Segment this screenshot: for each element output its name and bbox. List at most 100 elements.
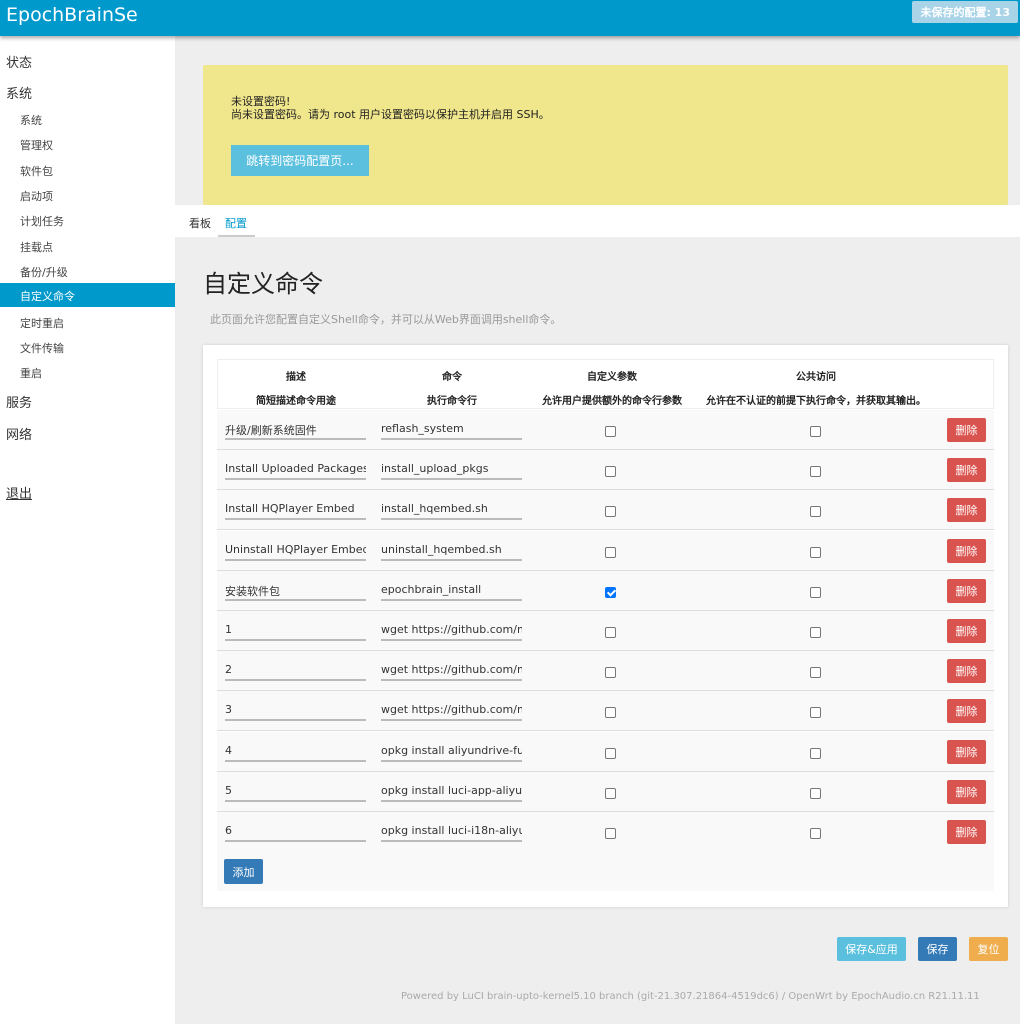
public-access-checkbox[interactable] [810, 426, 821, 437]
delete-button[interactable]: 删除 [947, 458, 986, 482]
delete-button[interactable]: 删除 [947, 659, 986, 683]
public-access-checkbox[interactable] [810, 707, 821, 718]
th-public-sub: 允许在不认证的前提下执行命令，并获取其输出。 [706, 396, 926, 407]
delete-button[interactable]: 删除 [947, 498, 986, 522]
description-input[interactable]: 升级/刷新系统固件 [225, 416, 366, 440]
password-warning-alert: 未设置密码! 尚未设置密码。请为 root 用户设置密码以保护主机并启用 SSH… [203, 65, 1008, 205]
description-input[interactable]: 5 [225, 778, 366, 802]
custom-args-checkbox[interactable] [605, 627, 616, 638]
custom-args-checkbox[interactable] [605, 506, 616, 517]
nav-logout[interactable]: 退出 [6, 483, 32, 502]
table-header: 描述 简短描述命令用途 命令 执行命令行 自定义参数 允许用户提供额外的命令行参… [217, 359, 994, 409]
public-access-checkbox[interactable] [810, 828, 821, 839]
custom-args-checkbox[interactable] [605, 587, 616, 598]
commands-card: 描述 简短描述命令用途 命令 执行命令行 自定义参数 允许用户提供额外的命令行参… [203, 345, 1008, 907]
custom-args-checkbox[interactable] [605, 788, 616, 799]
public-access-checkbox[interactable] [810, 748, 821, 759]
nav-system-system[interactable]: 系统 [20, 112, 42, 128]
description-input[interactable]: 3 [225, 697, 366, 721]
footer-text: Powered by LuCI brain-upto-kernel5.10 br… [401, 991, 980, 1002]
nav-system-backup[interactable]: 备份/升级 [20, 264, 68, 280]
delete-button[interactable]: 删除 [947, 579, 986, 603]
brand-title[interactable]: EpochBrainSe [6, 2, 138, 28]
delete-button[interactable]: 删除 [947, 820, 986, 844]
command-input[interactable]: opkg install aliyundrive-fuse_ [381, 738, 522, 762]
description-input[interactable]: 2 [225, 657, 366, 681]
nav-system-custom-commands[interactable]: 自定义命令 [0, 283, 175, 307]
table-row: Uninstall HQPlayer Embed uninstall_hqembe… [217, 531, 994, 571]
custom-args-checkbox[interactable] [605, 466, 616, 477]
alert-message: 尚未设置密码。请为 root 用户设置密码以保护主机并启用 SSH。 [231, 108, 550, 121]
nav-system-admin[interactable]: 管理权 [20, 137, 53, 153]
description-input[interactable]: Install Uploaded Packages [225, 456, 366, 480]
add-button[interactable]: 添加 [224, 859, 263, 884]
th-cmd-sub: 执行命令行 [427, 396, 477, 407]
delete-button[interactable]: 删除 [947, 740, 986, 764]
reset-button[interactable]: 复位 [969, 937, 1008, 961]
description-input[interactable]: 6 [225, 818, 366, 842]
page-title: 自定义命令 [203, 270, 323, 298]
unsaved-changes-badge[interactable]: 未保存的配置: 13 [912, 1, 1018, 23]
nav-system[interactable]: 系统 [6, 83, 32, 102]
custom-args-checkbox[interactable] [605, 426, 616, 437]
public-access-checkbox[interactable] [810, 587, 821, 598]
table-row: 升级/刷新系统固件 reflash_system 删除 [217, 410, 994, 450]
nav-system-packages[interactable]: 软件包 [20, 163, 53, 179]
public-access-checkbox[interactable] [810, 506, 821, 517]
custom-args-checkbox[interactable] [605, 748, 616, 759]
save-apply-button[interactable]: 保存&应用 [837, 937, 906, 961]
nav-system-startup[interactable]: 启动项 [20, 188, 53, 204]
description-input[interactable]: 4 [225, 738, 366, 762]
nav-status[interactable]: 状态 [6, 52, 32, 71]
custom-args-checkbox[interactable] [605, 667, 616, 678]
nav-services[interactable]: 服务 [6, 392, 32, 411]
table-row: 5 opkg install luci-app-aliyundr 删除 [217, 772, 994, 812]
nav-system-reboot[interactable]: 重启 [20, 365, 42, 381]
nav-system-mounts[interactable]: 挂载点 [20, 239, 53, 255]
save-button[interactable]: 保存 [918, 937, 957, 961]
public-access-checkbox[interactable] [810, 667, 821, 678]
nav-network[interactable]: 网络 [6, 424, 32, 443]
goto-password-button[interactable]: 跳转到密码配置页... [231, 145, 369, 176]
th-custom-args: 自定义参数 [587, 372, 637, 383]
description-input[interactable]: Uninstall HQPlayer Embed [225, 537, 366, 561]
public-access-checkbox[interactable] [810, 466, 821, 477]
custom-args-checkbox[interactable] [605, 547, 616, 558]
command-input[interactable]: uninstall_hqembed.sh [381, 537, 522, 561]
delete-button[interactable]: 删除 [947, 539, 986, 563]
th-desc-sub: 简短描述命令用途 [256, 396, 336, 407]
public-access-checkbox[interactable] [810, 788, 821, 799]
public-access-checkbox[interactable] [810, 547, 821, 558]
command-input[interactable]: opkg install luci-app-aliyundr [381, 778, 522, 802]
delete-button[interactable]: 删除 [947, 619, 986, 643]
table-row: 6 opkg install luci-i18n-aliyund 删除 [217, 812, 994, 852]
command-input[interactable]: wget https://github.com/mes [381, 617, 522, 641]
page-description: 此页面允许您配置自定义Shell命令，并可以从Web界面调用shell命令。 [210, 313, 562, 326]
nav-system-crontab[interactable]: 计划任务 [20, 213, 64, 229]
command-input[interactable]: wget https://github.com/mes [381, 697, 522, 721]
custom-args-checkbox[interactable] [605, 707, 616, 718]
description-input[interactable]: 1 [225, 617, 366, 641]
delete-button[interactable]: 删除 [947, 699, 986, 723]
nav-active-label: 自定义命令 [20, 290, 75, 303]
command-input[interactable]: wget https://github.com/mes [381, 657, 522, 681]
table-row: 安装软件包 epochbrain_install 删除 [217, 571, 994, 611]
description-input[interactable]: 安装软件包 [225, 577, 366, 601]
th-cmd: 命令 [442, 372, 462, 383]
command-input[interactable]: install_hqembed.sh [381, 496, 522, 520]
nav-system-scheduled-reboot[interactable]: 定时重启 [20, 315, 64, 331]
th-desc: 描述 [286, 372, 306, 383]
command-input[interactable]: opkg install luci-i18n-aliyund [381, 818, 522, 842]
public-access-checkbox[interactable] [810, 627, 821, 638]
tab-config[interactable]: 配置 [225, 215, 247, 231]
tab-board[interactable]: 看板 [189, 215, 211, 231]
delete-button[interactable]: 删除 [947, 418, 986, 442]
custom-args-checkbox[interactable] [605, 828, 616, 839]
nav-system-file-transfer[interactable]: 文件传输 [20, 340, 64, 356]
command-input[interactable]: epochbrain_install [381, 577, 522, 601]
description-input[interactable]: Install HQPlayer Embed [225, 496, 366, 520]
command-input[interactable]: reflash_system [381, 416, 522, 440]
table-row: 3 wget https://github.com/mes 删除 [217, 691, 994, 731]
delete-button[interactable]: 删除 [947, 780, 986, 804]
command-input[interactable]: install_upload_pkgs [381, 456, 522, 480]
